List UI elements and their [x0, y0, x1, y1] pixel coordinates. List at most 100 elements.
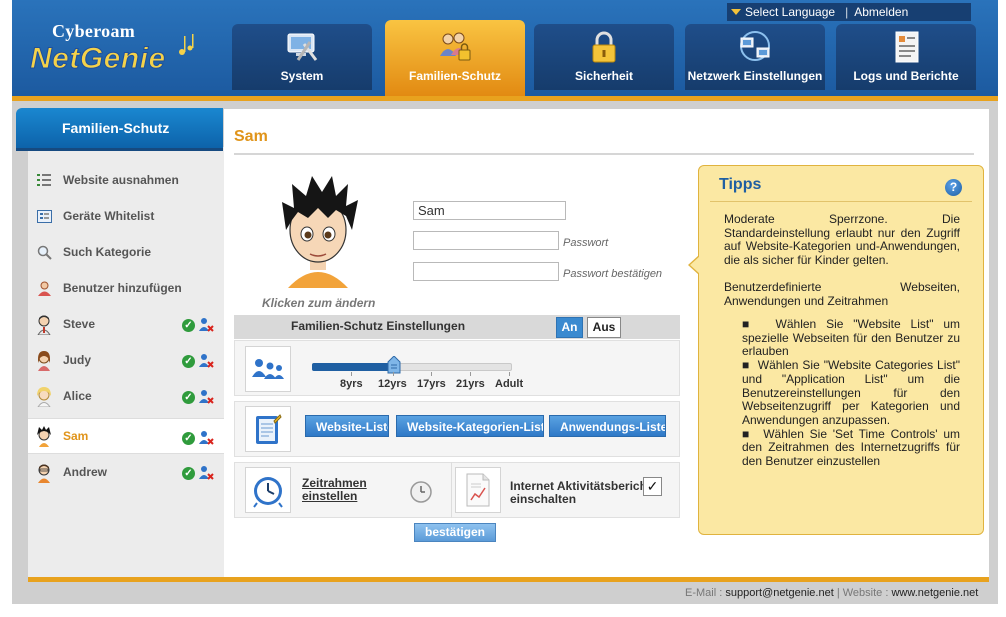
settings-title: Familien-Schutz Einstellungen: [291, 319, 466, 333]
sidebar-user-judy[interactable]: Judy ✓: [28, 342, 224, 378]
footer-email-label: E-Mail :: [685, 587, 723, 599]
report-icon-box: [455, 467, 501, 513]
username-field[interactable]: [413, 201, 566, 220]
user-name: Andrew: [63, 465, 108, 479]
top-utility-bar: Select Language | Abmelden: [727, 3, 971, 21]
padlock-icon: [592, 31, 616, 63]
page-title: Sam: [234, 128, 268, 145]
protection-on-button[interactable]: An: [556, 317, 583, 338]
activity-report-checkbox[interactable]: ✓: [643, 477, 662, 496]
sidebar-item-website-ausnahmen[interactable]: Website ausnahmen: [28, 162, 224, 198]
sidebar-item-geraete-whitelist[interactable]: Geräte Whitelist: [28, 198, 224, 234]
age-group-icon-box: [245, 346, 291, 392]
report-line1: Internet Aktivitätsbericht: [510, 479, 651, 493]
nav-tab-familien-schutz[interactable]: Familien-Schutz: [385, 20, 525, 96]
remove-user-icon[interactable]: [198, 465, 214, 481]
list-icon: [36, 172, 52, 188]
confirm-button[interactable]: bestätigen: [414, 523, 496, 542]
enabled-check-icon: ✓: [182, 318, 195, 332]
application-list-button[interactable]: Anwendungs-Liste: [549, 415, 666, 437]
tips-bullet-text: Wählen Sie 'Set Time Controls' um den Ze…: [742, 426, 960, 469]
age-tick: [509, 372, 510, 376]
sidebar-item-label: Such Kategorie: [63, 245, 152, 259]
password-field[interactable]: [413, 231, 559, 250]
user-status: ✓: [182, 465, 214, 481]
age-level-label[interactable]: 8yrs: [340, 378, 363, 390]
language-selector[interactable]: Select Language: [727, 5, 835, 19]
age-level-label[interactable]: 12yrs: [378, 378, 407, 390]
nav-tab-netzwerk-einstellungen[interactable]: Netzwerk Einstellungen: [685, 24, 825, 90]
alarm-clock-icon: [253, 477, 283, 508]
footer-email-link[interactable]: support@netgenie.net: [725, 587, 833, 599]
system-tools-icon: [287, 33, 318, 61]
activity-report-label: Internet Aktivitätsbericht einschalten: [510, 480, 651, 506]
password-confirm-label: Passwort bestätigen: [563, 268, 663, 280]
report-line2: einschalten: [510, 492, 577, 506]
caret-down-icon: [731, 9, 741, 15]
music-notes-icon: [179, 34, 194, 55]
logout-link[interactable]: Abmelden: [854, 5, 908, 19]
enabled-check-icon: ✓: [182, 390, 195, 404]
nav-tab-sicherheit[interactable]: Sicherheit: [534, 24, 674, 90]
search-icon: [36, 244, 52, 260]
user-avatar-image[interactable]: [270, 172, 366, 288]
age-level-label[interactable]: 17yrs: [417, 378, 446, 390]
website-category-list-button[interactable]: Website-Kategorien-Liste: [396, 415, 544, 437]
age-slider-fill: [312, 363, 394, 371]
remove-user-icon[interactable]: [198, 353, 214, 369]
sidebar-user-sam[interactable]: Sam ✓: [28, 418, 224, 454]
avatar-change-hint: Klicken zum ändern: [262, 296, 376, 310]
report-icon: [895, 31, 919, 63]
help-icon[interactable]: ?: [945, 179, 962, 196]
sidebar-user-andrew[interactable]: Andrew ✓: [28, 454, 224, 490]
sidebar-item-benutzer-hinzufuegen[interactable]: Benutzer hinzufügen: [28, 270, 224, 306]
clock-icon[interactable]: [409, 480, 433, 504]
nav-tab-logs-und-berichte[interactable]: Logs und Berichte: [836, 24, 976, 90]
age-level-label[interactable]: Adult: [495, 378, 523, 390]
sidebar-title: Familien-Schutz: [16, 108, 223, 148]
sidebar-item-label: Geräte Whitelist: [63, 209, 155, 223]
footer-stripe: [28, 577, 989, 582]
remove-user-icon[interactable]: [198, 317, 214, 333]
age-tick: [393, 372, 394, 376]
add-user-icon: [36, 280, 52, 296]
user-status: ✓: [182, 430, 214, 446]
age-tick: [431, 372, 432, 376]
user-avatar-icon: [34, 425, 54, 447]
remove-user-icon[interactable]: [198, 430, 214, 446]
footer-website-link[interactable]: www.netgenie.net: [891, 587, 978, 599]
user-name: Steve: [63, 317, 96, 331]
user-avatar-icon: [34, 349, 54, 371]
user-avatar-icon: [34, 385, 54, 407]
time-link-line1: Zeitrahmen: [302, 476, 367, 490]
enabled-check-icon: ✓: [182, 431, 195, 445]
enabled-check-icon: ✓: [182, 466, 195, 480]
password-label: Passwort: [563, 237, 609, 249]
age-level-label[interactable]: 21yrs: [456, 378, 485, 390]
notepad-icon: [256, 414, 282, 444]
user-status: ✓: [182, 317, 214, 333]
tips-bullet-text: Wählen Sie "Website Categories List" und…: [742, 358, 960, 427]
user-name: Alice: [63, 389, 92, 403]
tips-bullet-text: Wählen Sie "Website List" um spezielle W…: [742, 317, 960, 359]
age-slider-thumb[interactable]: [387, 356, 401, 374]
tips-bullet: ■ Wählen Sie 'Set Time Controls' um den …: [742, 426, 960, 469]
nav-tab-system[interactable]: System: [232, 24, 372, 90]
enabled-check-icon: ✓: [182, 354, 195, 368]
password-confirm-field[interactable]: [413, 262, 559, 281]
nav-label: System: [280, 69, 324, 83]
remove-user-icon[interactable]: [198, 389, 214, 405]
website-list-button[interactable]: Website-Liste: [305, 415, 389, 437]
time-controls-link[interactable]: Zeitrahmen einstellen: [302, 477, 367, 503]
sidebar-user-steve[interactable]: Steve ✓: [28, 306, 224, 342]
tips-bullet: ■ Wählen Sie "Website Categories List" u…: [742, 358, 960, 427]
footer-website-label: Website :: [842, 587, 889, 599]
protection-off-button[interactable]: Aus: [587, 317, 621, 338]
footer-separator: |: [836, 587, 840, 599]
footer: E-Mail : support@netgenie.net | Website …: [685, 587, 978, 599]
panel-divider: [451, 462, 452, 518]
tips-pointer-fill: [690, 256, 700, 274]
user-avatar-icon: [34, 313, 54, 335]
sidebar-item-such-kategorie[interactable]: Such Kategorie: [28, 234, 224, 270]
sidebar-user-alice[interactable]: Alice ✓: [28, 378, 224, 414]
